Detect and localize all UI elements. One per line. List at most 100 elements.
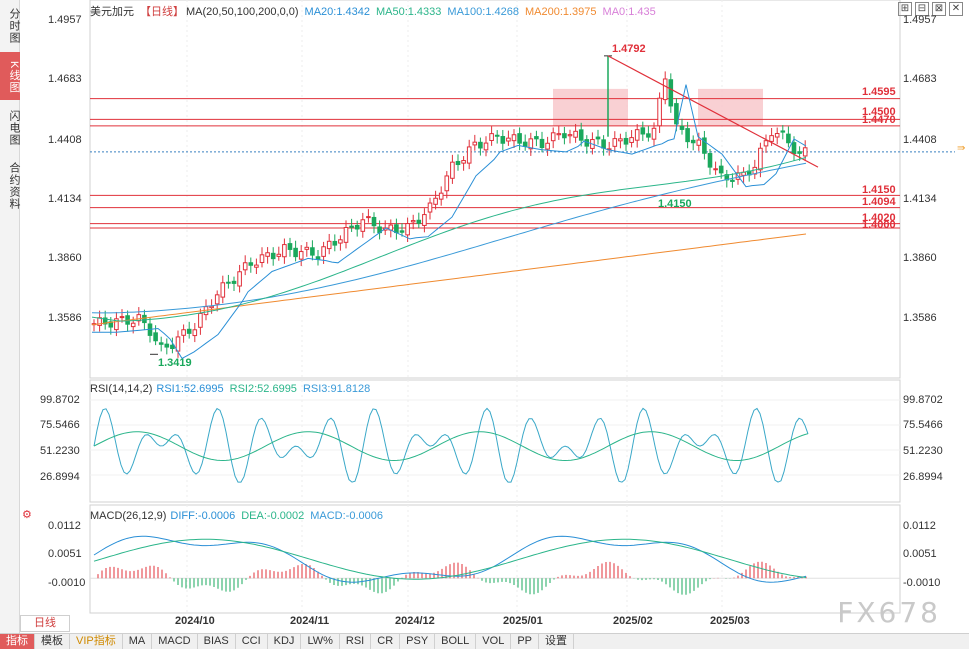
candle-body — [763, 140, 769, 147]
price-axis-label-right: 1.4134 — [903, 193, 937, 205]
toolbar-macd[interactable]: MACD — [152, 634, 198, 649]
candle-body — [371, 216, 377, 227]
toolbar-psy[interactable]: PSY — [400, 634, 436, 649]
candle-body — [438, 192, 444, 200]
macd-axis-label-right: 0.0112 — [903, 520, 936, 532]
rsi-panel-frame — [89, 379, 901, 503]
candle-body — [265, 252, 270, 257]
candle-body — [651, 127, 657, 140]
candle-body — [629, 137, 634, 143]
toolbar-settings[interactable]: 设置 — [539, 634, 574, 649]
candle-body — [730, 179, 735, 182]
candle-body — [522, 141, 528, 147]
toolbar-vol[interactable]: VOL — [476, 634, 512, 649]
rsi-axis-label-right: 99.8702 — [903, 394, 943, 406]
price-axis-label-right: 1.3860 — [903, 252, 937, 264]
candle-body — [802, 147, 808, 157]
candle-body — [769, 135, 774, 142]
candle-body — [612, 138, 618, 147]
toolbar-indicators[interactable]: 指标 — [0, 634, 35, 649]
current-price-marker-icon: ⇛ — [957, 143, 966, 154]
ma20-value: MA20:1.4342 — [304, 6, 370, 18]
toolbar-kdj[interactable]: KDJ — [268, 634, 302, 649]
candle-body — [472, 141, 478, 146]
candle-body — [517, 133, 522, 144]
candle-body — [534, 136, 539, 140]
chart-canvas[interactable] — [0, 0, 969, 649]
macd-axis-label-right: 0.0051 — [903, 548, 937, 560]
macd-axis-label: 0.0112 — [48, 520, 81, 532]
rsi-axis-label-right: 75.5466 — [903, 419, 943, 431]
candle-body — [282, 244, 287, 258]
candle-body — [220, 282, 226, 298]
date-label: 2024/10 — [175, 615, 215, 627]
candle-body — [618, 138, 623, 142]
candle-body — [237, 271, 242, 287]
toolbar-rsi[interactable]: RSI — [340, 634, 372, 649]
macd-axis-label-right: -0.0010 — [903, 577, 941, 589]
close-icon[interactable]: ✕ — [949, 2, 963, 16]
candle-body — [595, 136, 601, 140]
candle-body — [259, 254, 265, 263]
rsi-axis-label: 75.5466 — [40, 419, 80, 431]
rsi2-value: RSI2:52.6995 — [229, 383, 297, 395]
price-axis-label-right: 1.4957 — [903, 14, 937, 26]
candle-body — [399, 230, 405, 233]
toolbar-templates[interactable]: 模板 — [35, 634, 70, 649]
candle-body — [360, 219, 366, 232]
candle-body — [461, 160, 466, 164]
candle-body — [158, 342, 164, 345]
candle-body — [254, 264, 259, 268]
macd-axis-label: -0.0010 — [48, 577, 86, 589]
price-axis-label: 1.4683 — [48, 73, 82, 85]
date-label: 2025/03 — [710, 615, 750, 627]
date-label: 2024/11 — [290, 615, 330, 627]
toolbar-cr[interactable]: CR — [371, 634, 401, 649]
rsi-params: RSI(14,14,2) — [90, 383, 153, 395]
candle-body — [416, 219, 422, 224]
toolbar-vip[interactable]: VIP指标 — [70, 634, 123, 649]
low-label: 1.3419 — [158, 357, 192, 369]
candle-body — [483, 142, 489, 151]
toolbar-boll[interactable]: BOLL — [435, 634, 477, 649]
candle-body — [707, 153, 713, 168]
ma50-value: MA50:1.4333 — [375, 6, 442, 18]
toolbar-cci[interactable]: CCI — [236, 634, 268, 649]
candle-body — [164, 343, 170, 348]
trendline — [607, 55, 819, 168]
candle-body — [270, 252, 276, 260]
candle-body — [326, 240, 332, 250]
candle-body — [567, 134, 573, 137]
rsi-axis-label: 99.8702 — [40, 394, 80, 406]
candle-body — [685, 128, 690, 143]
toolbar-pp[interactable]: PP — [511, 634, 539, 649]
toolbar-lw[interactable]: LW% — [301, 634, 340, 649]
macd-params: MACD(26,12,9) — [90, 510, 167, 522]
candle-body — [786, 133, 791, 144]
candle-body — [321, 246, 326, 257]
candle-body — [774, 133, 780, 138]
candle-body — [578, 129, 584, 141]
toolbar-bias[interactable]: BIAS — [198, 634, 236, 649]
candle-body — [545, 142, 550, 150]
candle-body — [444, 175, 450, 192]
candle-body — [696, 139, 702, 146]
macd-axis-label: 0.0051 — [48, 548, 82, 560]
macd-settings-icon[interactable]: ⚙ — [22, 508, 32, 521]
candle-body — [315, 256, 321, 260]
date-label: 2025/02 — [613, 615, 653, 627]
candle-body — [354, 224, 360, 230]
rsi-header: RSI(14,14,2) RSI1:52.6995 RSI2:52.6995 RSI3… — [90, 383, 376, 395]
candle-body — [489, 133, 494, 141]
candle-body — [427, 202, 433, 213]
price-axis-label: 1.3860 — [48, 252, 82, 264]
date-label: 2024/12 — [395, 615, 435, 627]
candle-body — [394, 224, 399, 234]
price-axis-label: 1.4408 — [48, 134, 82, 146]
rsi-axis-label: 51.2230 — [40, 445, 80, 457]
candle-body — [422, 214, 427, 226]
chart-window: 分时图 K线图 闪电图 合约资料 美元加元 【日线】 MA(20,50,100,20… — [0, 0, 969, 649]
price-axis-label-right: 1.4408 — [903, 134, 937, 146]
period-tab-daily[interactable]: 日线 — [20, 615, 70, 632]
toolbar-ma[interactable]: MA — [123, 634, 153, 649]
